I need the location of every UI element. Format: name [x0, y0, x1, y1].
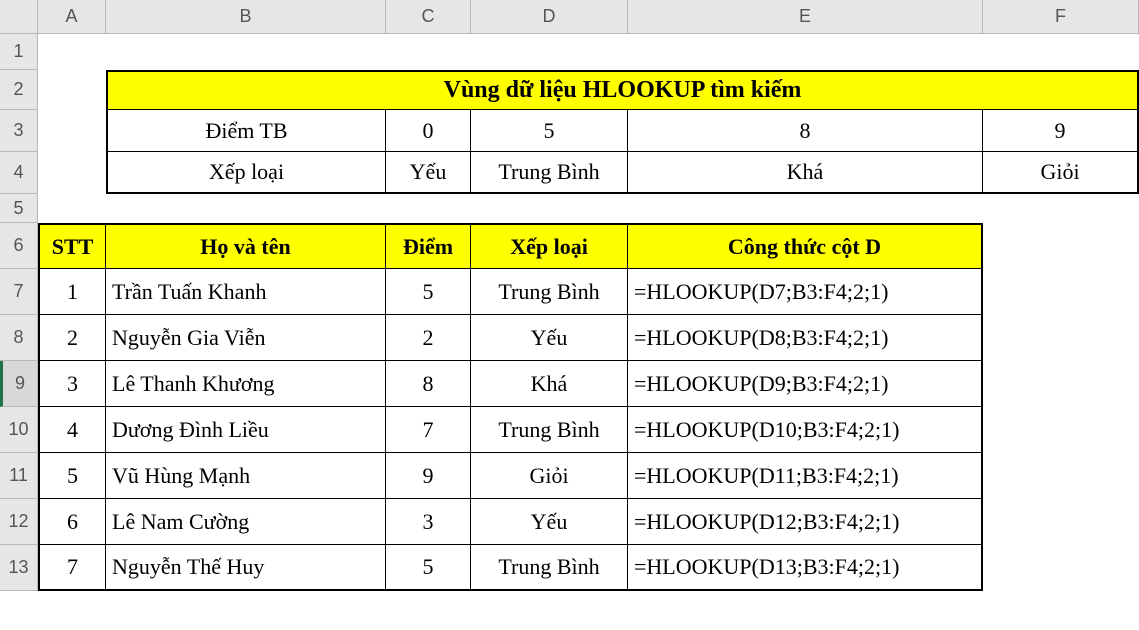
- select-all-corner[interactable]: [0, 0, 38, 34]
- cell-F1[interactable]: [983, 34, 1139, 70]
- hdr-name[interactable]: Họ và tên: [106, 223, 386, 269]
- cell-C1[interactable]: [386, 34, 471, 70]
- spreadsheet-grid[interactable]: A B C D E F 1 2 Vùng dữ liệu HLOOKUP tìm…: [0, 0, 1139, 591]
- lookup-grade-1[interactable]: Trung Bình: [471, 152, 628, 194]
- row-header-2[interactable]: 2: [0, 70, 38, 110]
- row-header-10[interactable]: 10: [0, 407, 38, 453]
- cell-formula-7[interactable]: =HLOOKUP(D13;B3:F4;2;1): [628, 545, 983, 591]
- cell-F9[interactable]: [983, 361, 1139, 407]
- cell-score-2[interactable]: 2: [386, 315, 471, 361]
- lookup-thresh-1[interactable]: 5: [471, 110, 628, 152]
- lookup-title[interactable]: Vùng dữ liệu HLOOKUP tìm kiếm: [106, 70, 1139, 110]
- lookup-thresh-3[interactable]: 9: [983, 110, 1139, 152]
- cell-name-1[interactable]: Trần Tuấn Khanh: [106, 269, 386, 315]
- cell-F11[interactable]: [983, 453, 1139, 499]
- cell-stt-2[interactable]: 2: [38, 315, 106, 361]
- cell-formula-5[interactable]: =HLOOKUP(D11;B3:F4;2;1): [628, 453, 983, 499]
- cell-grade-6[interactable]: Yếu: [471, 499, 628, 545]
- row-header-8[interactable]: 8: [0, 315, 38, 361]
- row-header-5[interactable]: 5: [0, 194, 38, 223]
- col-header-E[interactable]: E: [628, 0, 983, 34]
- col-header-C[interactable]: C: [386, 0, 471, 34]
- row-header-4[interactable]: 4: [0, 152, 38, 194]
- lookup-grade-3[interactable]: Giỏi: [983, 152, 1139, 194]
- cell-name-3[interactable]: Lê Thanh Khương: [106, 361, 386, 407]
- cell-F13[interactable]: [983, 545, 1139, 591]
- cell-stt-1[interactable]: 1: [38, 269, 106, 315]
- hdr-stt[interactable]: STT: [38, 223, 106, 269]
- lookup-grade-2[interactable]: Khá: [628, 152, 983, 194]
- cell-A5[interactable]: [38, 194, 106, 223]
- cell-formula-2[interactable]: =HLOOKUP(D8;B3:F4;2;1): [628, 315, 983, 361]
- col-header-D[interactable]: D: [471, 0, 628, 34]
- cell-D1[interactable]: [471, 34, 628, 70]
- cell-F6[interactable]: [983, 223, 1139, 269]
- cell-B5[interactable]: [106, 194, 386, 223]
- col-header-B[interactable]: B: [106, 0, 386, 34]
- cell-E5[interactable]: [628, 194, 983, 223]
- cell-stt-4[interactable]: 4: [38, 407, 106, 453]
- row-header-13[interactable]: 13: [0, 545, 38, 591]
- cell-grade-2[interactable]: Yếu: [471, 315, 628, 361]
- cell-F8[interactable]: [983, 315, 1139, 361]
- cell-score-3[interactable]: 8: [386, 361, 471, 407]
- cell-score-6[interactable]: 3: [386, 499, 471, 545]
- cell-grade-7[interactable]: Trung Bình: [471, 545, 628, 591]
- cell-formula-3[interactable]: =HLOOKUP(D9;B3:F4;2;1): [628, 361, 983, 407]
- lookup-thresh-2[interactable]: 8: [628, 110, 983, 152]
- cell-B1[interactable]: [106, 34, 386, 70]
- cell-grade-3[interactable]: Khá: [471, 361, 628, 407]
- cell-A1[interactable]: [38, 34, 106, 70]
- cell-F7[interactable]: [983, 269, 1139, 315]
- cell-A4[interactable]: [38, 152, 106, 194]
- row-header-9[interactable]: 9: [0, 361, 38, 407]
- cell-formula-6[interactable]: =HLOOKUP(D12;B3:F4;2;1): [628, 499, 983, 545]
- cell-A3[interactable]: [38, 110, 106, 152]
- cell-grade-1[interactable]: Trung Bình: [471, 269, 628, 315]
- cell-score-5[interactable]: 9: [386, 453, 471, 499]
- cell-name-6[interactable]: Lê Nam Cường: [106, 499, 386, 545]
- row-header-3[interactable]: 3: [0, 110, 38, 152]
- row-header-1[interactable]: 1: [0, 34, 38, 70]
- lookup-thresh-0[interactable]: 0: [386, 110, 471, 152]
- row-header-7[interactable]: 7: [0, 269, 38, 315]
- cell-C5[interactable]: [386, 194, 471, 223]
- lookup-label-xeploai[interactable]: Xếp loại: [106, 152, 386, 194]
- cell-F5[interactable]: [983, 194, 1139, 223]
- cell-score-7[interactable]: 5: [386, 545, 471, 591]
- hdr-grade[interactable]: Xếp loại: [471, 223, 628, 269]
- cell-D5[interactable]: [471, 194, 628, 223]
- cell-F10[interactable]: [983, 407, 1139, 453]
- cell-grade-5[interactable]: Giỏi: [471, 453, 628, 499]
- cell-grade-4[interactable]: Trung Bình: [471, 407, 628, 453]
- cell-F12[interactable]: [983, 499, 1139, 545]
- cell-name-7[interactable]: Nguyễn Thế Huy: [106, 545, 386, 591]
- lookup-grade-0[interactable]: Yếu: [386, 152, 471, 194]
- cell-stt-6[interactable]: 6: [38, 499, 106, 545]
- col-header-A[interactable]: A: [38, 0, 106, 34]
- cell-formula-1[interactable]: =HLOOKUP(D7;B3:F4;2;1): [628, 269, 983, 315]
- row-header-12[interactable]: 12: [0, 499, 38, 545]
- hdr-score[interactable]: Điểm: [386, 223, 471, 269]
- cell-stt-5[interactable]: 5: [38, 453, 106, 499]
- row-header-11[interactable]: 11: [0, 453, 38, 499]
- cell-name-2[interactable]: Nguyễn Gia Viễn: [106, 315, 386, 361]
- cell-formula-4[interactable]: =HLOOKUP(D10;B3:F4;2;1): [628, 407, 983, 453]
- cell-stt-7[interactable]: 7: [38, 545, 106, 591]
- col-header-F[interactable]: F: [983, 0, 1139, 34]
- cell-A2[interactable]: [38, 70, 106, 110]
- cell-E1[interactable]: [628, 34, 983, 70]
- cell-score-1[interactable]: 5: [386, 269, 471, 315]
- lookup-label-diem[interactable]: Điểm TB: [106, 110, 386, 152]
- cell-stt-3[interactable]: 3: [38, 361, 106, 407]
- cell-name-4[interactable]: Dương Đình Liều: [106, 407, 386, 453]
- cell-name-5[interactable]: Vũ Hùng Mạnh: [106, 453, 386, 499]
- row-header-6[interactable]: 6: [0, 223, 38, 269]
- cell-score-4[interactable]: 7: [386, 407, 471, 453]
- hdr-formula[interactable]: Công thức cột D: [628, 223, 983, 269]
